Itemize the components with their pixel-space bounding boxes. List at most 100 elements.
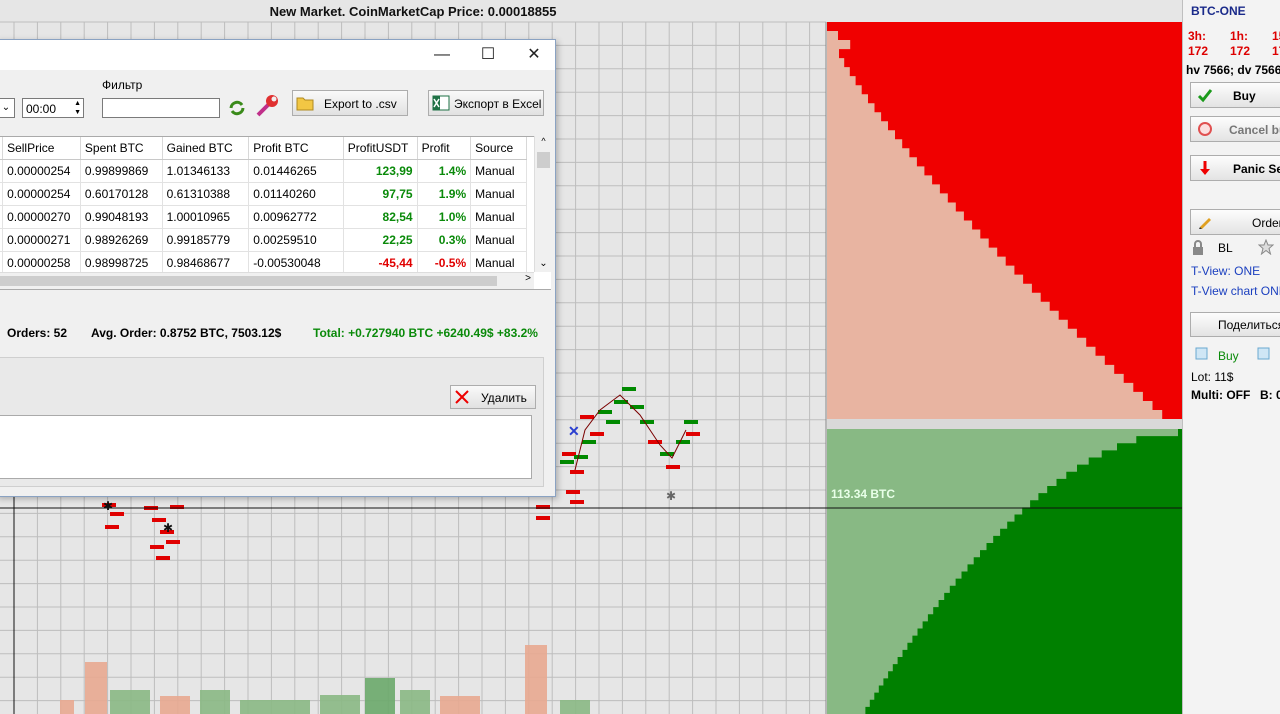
column-header[interactable]: Source: [470, 137, 527, 160]
buy-small-link[interactable]: Buy: [1218, 349, 1239, 363]
delete-button[interactable]: Удалить: [450, 385, 536, 409]
scroll-right-arrow[interactable]: >: [525, 273, 531, 284]
order-button-label: Order: [1252, 216, 1280, 230]
export-csv-button[interactable]: Export to .csv: [292, 90, 408, 116]
export-excel-button[interactable]: Экспорт в Excel: [428, 90, 544, 116]
order-mark: [560, 460, 574, 464]
tview-chart-link[interactable]: T-View chart ONE: [1191, 284, 1280, 298]
cancel-buy-button[interactable]: Cancel bu: [1190, 116, 1280, 142]
orders-count: Orders: 52: [7, 326, 68, 340]
volume-bar: [365, 678, 395, 714]
column-header[interactable]: Gained BTC: [162, 137, 250, 160]
lot-value: Lot: 11$: [1191, 370, 1234, 384]
spread-gap: [827, 419, 1182, 429]
table-cell: 0.01446265: [248, 159, 344, 183]
filter-label: Фильтр: [102, 78, 143, 92]
order-mark: [536, 516, 550, 520]
lock-icon[interactable]: [1191, 240, 1205, 256]
notes-panel: Удалить: [0, 357, 544, 487]
order-mark: [105, 525, 119, 529]
date-dropdown-arrow[interactable]: ⌄: [0, 98, 15, 118]
volume-bar: [160, 696, 190, 714]
market-title: New Market. CoinMarketCap Price: 0.00018…: [269, 4, 557, 19]
table-cell: 1.4%: [417, 159, 472, 183]
scroll-up-arrow[interactable]: ^: [535, 136, 552, 150]
table-cell: 0.01140260: [248, 182, 344, 206]
time-spin-down[interactable]: ▼: [74, 108, 81, 117]
minimize-button[interactable]: —: [419, 40, 465, 70]
share-button[interactable]: Поделиться: [1190, 312, 1280, 337]
buy-marker: ✕: [568, 423, 580, 439]
order-mark: [570, 500, 584, 504]
column-header[interactable]: ProfitUSDT: [343, 137, 418, 160]
time-value: 00:00: [26, 102, 57, 116]
stat-15-value: 17: [1272, 44, 1280, 58]
table-row[interactable]: 00.000002540.998998691.013461330.0144626…: [0, 159, 527, 183]
volume-bar: [240, 700, 310, 714]
column-header[interactable]: Spent BTC: [80, 137, 163, 160]
trades-table-container[interactable]: SellPrice Spent BTC Gained BTC Profit BTC Pr…: [0, 136, 551, 290]
filter-input[interactable]: [102, 98, 220, 118]
buy-button[interactable]: Buy: [1190, 82, 1280, 108]
trades-table: SellPrice Spent BTC Gained BTC Profit BTC Pr…: [0, 137, 527, 289]
hscroll-thumb[interactable]: [0, 276, 497, 286]
hv-dv-readout: hv 7566; dv 7566: [1186, 63, 1280, 77]
order-mark: [582, 440, 596, 444]
cube-icon: [1257, 347, 1270, 360]
order-mark: [606, 420, 620, 424]
order-mark: [580, 415, 594, 419]
delete-label: Удалить: [481, 391, 527, 405]
table-horizontal-scrollbar[interactable]: >: [0, 272, 534, 289]
table-row[interactable]: 00.000002710.989262690.991857790.0025951…: [0, 228, 527, 252]
table-cell: Manual: [470, 205, 527, 229]
window-titlebar[interactable]: — ☐ ✕: [0, 40, 555, 70]
volume-bar: [85, 662, 107, 714]
arrow-down-icon: [1200, 161, 1210, 175]
close-button[interactable]: ✕: [511, 40, 557, 70]
pencil-icon: [1199, 218, 1211, 229]
stat-3h-value: 172: [1188, 44, 1209, 58]
scroll-thumb[interactable]: [537, 152, 550, 168]
star-icon[interactable]: [1258, 239, 1274, 255]
export-csv-label: Export to .csv: [324, 97, 397, 111]
table-cell: 0.99048193: [80, 205, 163, 229]
column-header[interactable]: Profit: [417, 137, 472, 160]
table-cell: 0.99899869: [80, 159, 163, 183]
cross-marker: ✱: [163, 521, 173, 535]
excel-icon: [432, 95, 450, 111]
time-input[interactable]: 00:00 ▲ ▼: [22, 98, 84, 118]
maximize-button[interactable]: ☐: [465, 40, 511, 70]
multi-status: Multi: OFF: [1191, 388, 1251, 402]
cancel-buy-label: Cancel bu: [1229, 123, 1280, 137]
order-mark: [574, 455, 588, 459]
buy-button-label: Buy: [1233, 89, 1256, 103]
refresh-icon[interactable]: [228, 99, 246, 117]
table-cell: Manual: [470, 228, 527, 252]
table-row[interactable]: 70.000002700.990481931.000109650.0096277…: [0, 205, 527, 229]
stat-3h-label: 3h:: [1188, 29, 1206, 43]
tview-link[interactable]: T-View: ONE: [1191, 264, 1260, 278]
volume-bar: [320, 695, 360, 714]
wrench-icon[interactable]: [254, 93, 280, 119]
time-spin-up[interactable]: ▲: [74, 99, 81, 108]
order-mark: [648, 440, 662, 444]
scroll-down-arrow[interactable]: ⌄: [535, 258, 552, 272]
table-row[interactable]: 90.000002540.601701280.613103880.0114026…: [0, 182, 527, 206]
trade-panel: BTC-ONE 3h: 1h: 15 172 172 17 hv 7566; d…: [1182, 0, 1280, 714]
notes-textarea[interactable]: [0, 415, 532, 479]
order-mark: [666, 465, 680, 469]
table-cell: 1.9%: [417, 182, 472, 206]
order-button[interactable]: Order: [1190, 209, 1280, 235]
check-icon: [1197, 89, 1213, 103]
trade-history-window: — ☐ ✕ ⌄ 00:00 ▲ ▼ Фильтр Export to .csv …: [0, 39, 556, 497]
order-mark: [150, 545, 164, 549]
table-cell: 0.00000270: [2, 205, 81, 229]
table-cell: Manual: [470, 159, 527, 183]
column-header[interactable]: SellPrice: [2, 137, 81, 160]
volume-bar: [440, 696, 480, 714]
delete-icon: [455, 390, 469, 404]
table-vertical-scrollbar[interactable]: ^ ⌄: [534, 136, 552, 272]
panic-sell-button[interactable]: Panic Sel: [1190, 155, 1280, 181]
column-header[interactable]: Profit BTC: [248, 137, 344, 160]
table-cell: 0.00000254: [2, 159, 81, 183]
